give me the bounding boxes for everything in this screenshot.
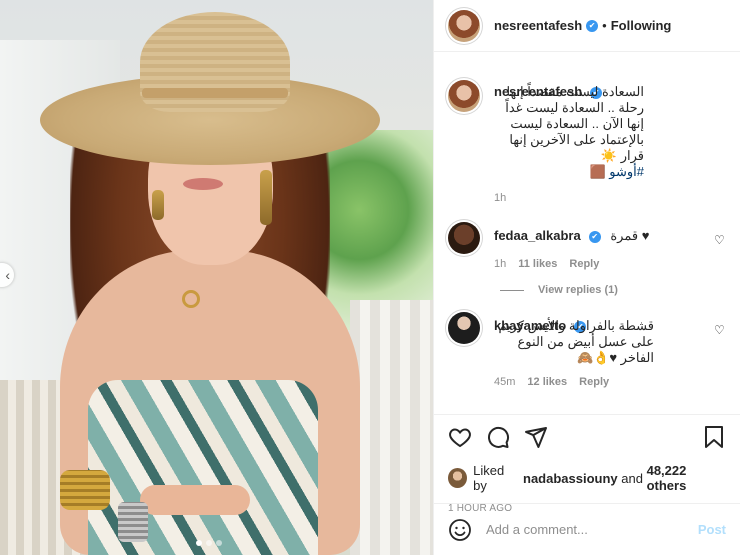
comment-time[interactable]: 45m (494, 376, 515, 388)
avatar[interactable] (448, 312, 480, 344)
comment-time[interactable]: 1h (494, 258, 506, 270)
liked-by: Liked by nadabassiouny and 48,222 others (448, 463, 726, 493)
post-photo[interactable]: ‹ (0, 0, 433, 555)
earring-left (152, 190, 164, 220)
heart-icon[interactable]: ♡ (714, 324, 726, 336)
comment-meta: 1h 11 likes Reply (494, 258, 726, 270)
comment-meta: 45m 12 likes Reply (494, 376, 726, 388)
post-header: nesreentafesh ✔ • Following (434, 0, 740, 52)
comment-likes[interactable]: 11 likes (518, 258, 557, 270)
comment-item: khayametto ✔ قشطة بالفراولة والأيس كريم ع… (448, 312, 726, 388)
carousel-dot (206, 540, 212, 546)
comment-text: قمرة ♥ (610, 228, 650, 243)
comments-list: nesreentafesh ✔ السعادة ليست مقصداً إنها … (448, 70, 726, 388)
watch (118, 502, 148, 542)
necklace (182, 290, 200, 308)
avatar[interactable] (448, 80, 480, 112)
divider (500, 289, 524, 291)
carousel-dots (196, 540, 222, 546)
liked-by-prefix: Liked by (473, 463, 505, 493)
reply-button[interactable]: Reply (579, 376, 609, 388)
caption-meta: 1h (494, 192, 726, 204)
carousel-dot (196, 540, 202, 546)
avatar[interactable] (448, 468, 468, 488)
earring-right (260, 170, 272, 225)
caption-time[interactable]: 1h (494, 192, 506, 204)
reply-button[interactable]: Reply (569, 258, 599, 270)
header-username[interactable]: nesreentafesh (494, 18, 582, 33)
post-panel: nesreentafesh ✔ • Following nesreentafes… (433, 0, 740, 555)
liked-by-and: and (621, 470, 643, 486)
bracelet (60, 470, 110, 510)
avatar[interactable] (448, 9, 480, 42)
comment-input[interactable] (486, 522, 698, 537)
separator: • (602, 18, 607, 33)
verified-icon: ✔ (588, 230, 601, 243)
view-replies-button[interactable]: View replies (1) (500, 284, 726, 296)
view-replies-label: View replies (1) (538, 284, 618, 296)
carousel-dot (216, 540, 222, 546)
action-bar (448, 425, 726, 449)
heart-icon[interactable]: ♡ (714, 234, 726, 246)
comment-icon[interactable] (486, 425, 510, 449)
post-button[interactable]: Post (698, 522, 726, 537)
likes-count[interactable]: 48,222 others (647, 463, 726, 493)
hand (140, 485, 250, 515)
liked-by-user[interactable]: nadabassiouny (523, 471, 618, 486)
comment-username[interactable]: fedaa_alkabra (494, 228, 581, 243)
add-comment-bar: Post (434, 503, 740, 555)
verified-icon: ✔ (586, 19, 599, 32)
background-chair-right (350, 300, 433, 555)
comment-item: fedaa_alkabra ✔ قمرة ♥ 1h 11 likes Reply … (448, 222, 726, 270)
comment-text: قشطة بالفراولة والأيس كريم على عسل أبيض … (498, 318, 654, 365)
lips (183, 178, 223, 190)
bookmark-icon[interactable] (702, 425, 726, 449)
like-heart-icon[interactable] (448, 425, 472, 449)
hashtag-link[interactable]: #أوشو 🟫 (494, 164, 644, 180)
emoji-icon[interactable] (448, 518, 472, 542)
post-actions-section: Liked by nadabassiouny and 48,222 others… (434, 414, 740, 514)
share-icon[interactable] (524, 425, 548, 449)
hat-band (142, 88, 288, 98)
avatar[interactable] (448, 222, 480, 254)
following-button[interactable]: Following (611, 18, 672, 33)
caption: nesreentafesh ✔ السعادة ليست مقصداً إنها … (448, 70, 726, 204)
comment-likes[interactable]: 12 likes (527, 376, 567, 388)
caption-text: السعادة ليست مقصداً إنها رحلة .. السعادة… (505, 84, 644, 163)
